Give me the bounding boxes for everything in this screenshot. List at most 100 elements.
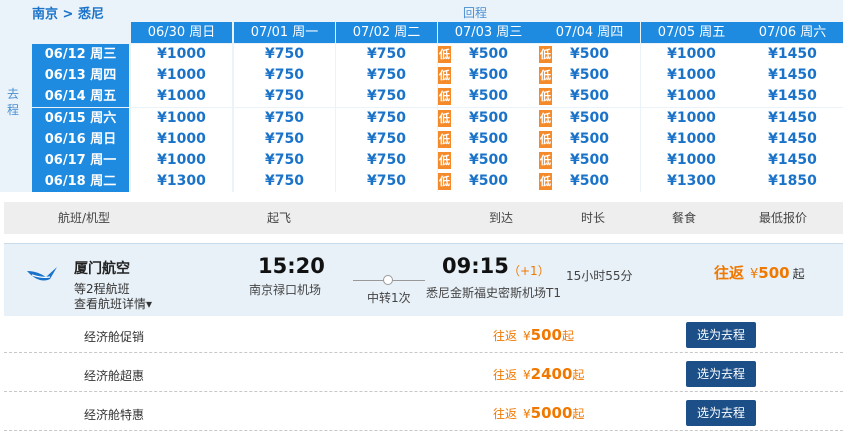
price-cell[interactable]: ¥1000 xyxy=(641,108,742,129)
price-value: ¥1450 xyxy=(768,46,817,62)
price-value: ¥750 xyxy=(265,131,304,147)
price-cell[interactable]: ¥1000 xyxy=(131,129,232,150)
cabin-name: 经济舱促销 xyxy=(84,330,145,344)
arrival-time: 09:15 xyxy=(442,254,509,278)
price-cell[interactable]: ¥1000 xyxy=(641,65,742,86)
price-value: ¥500 xyxy=(570,67,609,83)
return-date-header: 07/04 周四 xyxy=(539,22,640,43)
price-cell[interactable]: ¥750 xyxy=(234,129,335,150)
price-cell[interactable]: ¥750 xyxy=(336,86,437,107)
cabin-row: 经济舱超惠 往返 ¥2400起 选为去程 xyxy=(4,355,843,392)
select-outbound-button[interactable]: 选为去程 xyxy=(686,361,756,387)
price-cell[interactable]: 低 ¥500 xyxy=(438,44,539,65)
price-cell[interactable]: ¥1000 xyxy=(131,150,232,171)
lowest-price-badge: 低 xyxy=(539,152,552,169)
cabin-price-value: 5000 xyxy=(530,404,573,422)
cabin-price-currency: ¥ xyxy=(523,368,531,382)
price-cell[interactable]: ¥1450 xyxy=(742,129,843,150)
price-cell[interactable]: ¥750 xyxy=(336,129,437,150)
price-cell[interactable]: ¥1000 xyxy=(641,86,742,107)
price-cell[interactable]: ¥750 xyxy=(234,150,335,171)
price-cell[interactable]: 低 ¥500 xyxy=(539,171,640,192)
price-value: ¥750 xyxy=(367,46,406,62)
price-value: ¥750 xyxy=(367,131,406,147)
price-cell[interactable]: ¥1000 xyxy=(641,150,742,171)
price-cell[interactable]: ¥1000 xyxy=(131,44,232,65)
price-value: ¥1000 xyxy=(667,131,716,147)
price-value: ¥1300 xyxy=(667,173,716,189)
depart-axis-label: 去程 xyxy=(6,87,19,117)
price-cell[interactable]: ¥750 xyxy=(336,65,437,86)
cabin-price-value: 500 xyxy=(530,326,562,344)
price-calendar: 南京 > 悉尼 回程 去程 06/30 周日 07/01 周一 07/02 周二 07… xyxy=(0,0,843,192)
lowest-price-badge: 低 xyxy=(438,173,451,190)
price-value: ¥1000 xyxy=(667,46,716,62)
price-cell[interactable]: 低 ¥500 xyxy=(539,44,640,65)
cabin-price-currency: ¥ xyxy=(523,329,531,343)
cabin-name: 经济舱特惠 xyxy=(84,408,145,422)
lowest-price-badge: 低 xyxy=(438,110,451,127)
departure-airport: 南京禄口机场 xyxy=(249,283,322,297)
price-cell[interactable]: ¥1000 xyxy=(641,44,742,65)
price-cell[interactable]: 低 ¥500 xyxy=(539,86,640,107)
price-cell[interactable]: ¥1450 xyxy=(742,86,843,107)
price-value: ¥1450 xyxy=(768,131,817,147)
price-cell[interactable]: ¥1300 xyxy=(131,171,232,192)
price-value: ¥1000 xyxy=(157,110,206,126)
price-cell[interactable]: ¥1450 xyxy=(742,108,843,129)
lowest-price-value: 500 xyxy=(758,264,790,282)
return-date-header: 07/01 周一 xyxy=(234,22,335,43)
price-cell[interactable]: ¥1000 xyxy=(641,129,742,150)
price-value: ¥750 xyxy=(265,88,304,104)
price-cell[interactable]: 低 ¥500 xyxy=(539,129,640,150)
price-cell[interactable]: ¥750 xyxy=(234,86,335,107)
airline-logo-icon xyxy=(27,267,57,281)
price-cell[interactable]: 低 ¥500 xyxy=(438,171,539,192)
price-value: ¥1450 xyxy=(768,110,817,126)
airline-name: 厦门航空 xyxy=(74,261,130,277)
price-cell[interactable]: ¥1450 xyxy=(742,44,843,65)
price-cell[interactable]: ¥750 xyxy=(336,150,437,171)
price-cell[interactable]: ¥750 xyxy=(336,44,437,65)
price-value: ¥1000 xyxy=(157,46,206,62)
lowest-price-badge: 低 xyxy=(539,67,552,84)
price-cell[interactable]: ¥1850 xyxy=(742,171,843,192)
price-cell[interactable]: ¥750 xyxy=(234,171,335,192)
price-cell[interactable]: ¥1000 xyxy=(131,86,232,107)
price-cell[interactable]: ¥750 xyxy=(234,108,335,129)
select-outbound-button[interactable]: 选为去程 xyxy=(686,322,756,348)
price-cell[interactable]: ¥750 xyxy=(234,65,335,86)
price-cell[interactable]: ¥750 xyxy=(336,108,437,129)
price-value: ¥750 xyxy=(367,173,406,189)
price-cell[interactable]: 低 ¥500 xyxy=(438,86,539,107)
price-value: ¥750 xyxy=(265,67,304,83)
price-cell[interactable]: ¥1300 xyxy=(641,171,742,192)
price-cell[interactable]: ¥750 xyxy=(234,44,335,65)
price-cell[interactable]: 低 ¥500 xyxy=(438,108,539,129)
transfer-label[interactable]: 中转1次 xyxy=(367,289,411,306)
price-cell[interactable]: 低 ¥500 xyxy=(539,108,640,129)
price-cell[interactable]: ¥1450 xyxy=(742,65,843,86)
return-date-header: 07/02 周二 xyxy=(336,22,437,43)
price-value: ¥1000 xyxy=(667,152,716,168)
return-date-header: 06/30 周日 xyxy=(131,22,232,43)
price-cell[interactable]: 低 ¥500 xyxy=(438,129,539,150)
flight-table-header: 航班/机型 起飞 到达 时长 餐食 最低报价 xyxy=(4,202,843,234)
header-arrive: 到达 xyxy=(488,211,513,225)
price-value: ¥750 xyxy=(367,110,406,126)
price-value: ¥500 xyxy=(570,46,609,62)
price-cell[interactable]: 低 ¥500 xyxy=(539,150,640,171)
select-outbound-button[interactable]: 选为去程 xyxy=(686,400,756,426)
header-depart: 起飞 xyxy=(266,211,291,225)
cabin-price-suffix: 起 xyxy=(572,407,585,421)
price-cell[interactable]: ¥1000 xyxy=(131,65,232,86)
price-cell[interactable]: 低 ¥500 xyxy=(438,65,539,86)
price-cell[interactable]: 低 ¥500 xyxy=(539,65,640,86)
price-cell[interactable]: ¥750 xyxy=(336,171,437,192)
price-cell[interactable]: 低 ¥500 xyxy=(438,150,539,171)
price-cell[interactable]: ¥1000 xyxy=(131,108,232,129)
price-cell[interactable]: ¥1450 xyxy=(742,150,843,171)
cabin-row: 经济舱促销 往返 ¥500起 选为去程 xyxy=(4,316,843,353)
flight-detail-link[interactable]: 查看航班详情▾ xyxy=(74,295,152,312)
route-breadcrumb[interactable]: 南京 > 悉尼 xyxy=(32,3,104,22)
